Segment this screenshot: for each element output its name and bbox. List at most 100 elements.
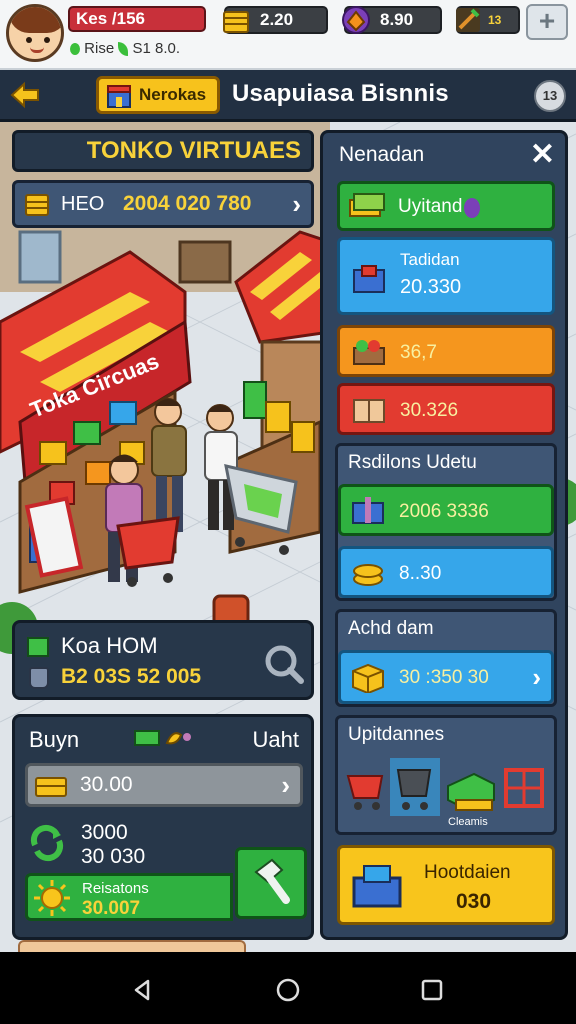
- search-icon[interactable]: [261, 641, 305, 685]
- refresh-value-a: 3000: [81, 821, 128, 844]
- gold-cube-icon: [352, 663, 384, 693]
- delivery-box-icon: [353, 265, 385, 293]
- buy-panel-title: Buyn: [29, 727, 80, 752]
- crate-upgrade-icon: [504, 768, 544, 808]
- nav-recents-icon[interactable]: [420, 978, 444, 1002]
- buy-panel: Buyn Uaht 30.00 › 3000 30 030 Reisatons …: [12, 714, 314, 940]
- purple-drop-icon: [464, 198, 480, 218]
- section-addon: Achd dam 30 :350 30 ›: [335, 609, 557, 707]
- addon-button[interactable]: 30 :350 30 ›: [338, 650, 554, 704]
- refresh-arrows-icon: [30, 824, 64, 862]
- produce-crate-icon: [353, 340, 385, 365]
- production-blue-button[interactable]: 8..30: [338, 546, 554, 598]
- cardboard-box-icon: [353, 399, 385, 423]
- screen-header: Nerokas Usapuiasa Bisnnis 13: [0, 70, 576, 122]
- section-upgrades: Upitdannes Cleamis: [335, 715, 557, 835]
- buy-price-value: 30.00: [80, 773, 133, 796]
- cart-upgrade-icon: [346, 775, 384, 810]
- goods-button[interactable]: 36,7: [337, 325, 555, 377]
- stats-line-1: Koa HOM: [61, 633, 158, 658]
- sun-icon: [34, 880, 70, 916]
- addon-value: 30 :350 30: [399, 667, 489, 688]
- section-production-title: Rsdilons Udetu: [348, 452, 477, 473]
- player-subline: Rise S1 8.0.: [70, 40, 180, 57]
- level-badge[interactable]: 13: [534, 80, 566, 112]
- resource-gems: 8.90: [342, 6, 442, 34]
- list-icon: [27, 637, 49, 657]
- side-panel-title: Nenadan: [339, 143, 425, 166]
- upgrade-items-row: [346, 758, 544, 816]
- stats-panel: Koa HOM B2 03S 52 005: [12, 620, 314, 700]
- gold-bars-icon: [25, 194, 49, 216]
- top-status-bar: Kes /156 Rise S1 8.0. 2.20 8.90 13 +: [0, 0, 576, 70]
- store-info-label: HEO: [61, 193, 105, 215]
- page-title: Usapuiasa Bisnnis: [232, 80, 449, 107]
- player-name-plate: Kes /156: [68, 6, 206, 32]
- store-info-row[interactable]: HEO 2004 020 780 ›: [12, 180, 314, 228]
- resource-gold: 2.20: [223, 6, 328, 34]
- add-resources-button[interactable]: +: [526, 4, 568, 40]
- chevron-right-icon: ›: [532, 662, 541, 692]
- gold-value: 2.20: [260, 10, 294, 29]
- upgrade-button[interactable]: Uyitand: [337, 181, 555, 231]
- leaf-icon: [118, 42, 129, 57]
- gold-bars-icon: [35, 777, 67, 797]
- gem-purse-icon: [342, 6, 370, 34]
- nav-home-icon[interactable]: [276, 978, 300, 1002]
- back-arrow-icon[interactable]: [8, 78, 42, 112]
- close-icon[interactable]: ✕: [530, 137, 555, 172]
- refresh-value-b: 30 030: [81, 845, 146, 868]
- sun-bonus-label: Reisatons: [82, 880, 149, 897]
- chevron-right-icon: ›: [292, 189, 301, 219]
- stats-line-2: B2 03S 52 005: [61, 665, 202, 688]
- cash-stack-icon: [349, 193, 385, 217]
- system-nav-bar: [0, 952, 576, 1024]
- shop-badge[interactable]: Nerokas: [96, 76, 220, 114]
- production-green-value: 2006 3336: [399, 501, 489, 522]
- gold-coin-stack-icon: [353, 564, 383, 586]
- upgrade-label: Uyitand: [398, 196, 463, 217]
- section-production: Rsdilons Udetu 2006 3336 8..30: [335, 443, 557, 601]
- green-gem-icon: [70, 43, 80, 56]
- boxes-value: 30.326: [400, 400, 459, 421]
- store-info-value: 2004 020 780: [123, 192, 252, 215]
- shop-badge-label: Nerokas: [139, 85, 207, 104]
- buy-panel-title-right: Uaht: [252, 727, 299, 752]
- nav-back-icon[interactable]: [130, 978, 154, 1002]
- production-blue-value: 8..30: [399, 563, 442, 584]
- tools-value: 13: [488, 13, 502, 27]
- register-upgrade-icon: [447, 772, 495, 812]
- chevron-right-icon: ›: [281, 770, 290, 800]
- sun-bonus-row[interactable]: Reisatons 30.007: [25, 873, 233, 921]
- upgrade-side-panel: Nenadan ✕ Uyitand Tadidan 20.330 36,7 30: [320, 130, 568, 940]
- buy-price-row[interactable]: 30.00 ›: [25, 763, 303, 807]
- hire-label: Hootdaien: [424, 862, 511, 883]
- hire-button[interactable]: Hootdaien 030: [337, 845, 555, 925]
- store-title-panel: TONKO VIRTUAES: [12, 130, 314, 172]
- build-hammer-button[interactable]: [235, 847, 307, 919]
- trade-label: Tadidan: [400, 250, 460, 269]
- hammer-icon: [254, 858, 290, 904]
- gold-bars-icon: [223, 11, 249, 33]
- trash-bin-icon: [29, 667, 49, 689]
- production-green-button[interactable]: 2006 3336: [338, 484, 554, 536]
- upgrades-caption: Cleamis: [448, 816, 488, 828]
- hire-value: 030: [456, 890, 492, 913]
- player-avatar[interactable]: [6, 4, 64, 62]
- sun-bonus-value: 30.007: [82, 898, 141, 919]
- goods-value: 36,7: [400, 342, 437, 363]
- supply-crate-icon: [352, 865, 402, 908]
- section-upgrades-title: Upitdannes: [348, 724, 445, 745]
- player-sub-text: Rise: [84, 40, 115, 57]
- resource-tools: 13: [456, 6, 520, 34]
- hammer-wrench-icon: [456, 8, 480, 32]
- trade-value: 20.330: [400, 276, 462, 298]
- trade-button[interactable]: Tadidan 20.330: [337, 237, 555, 315]
- player-sub-value: S1 8.0.: [132, 40, 181, 57]
- section-addon-title: Achd dam: [348, 618, 434, 639]
- gems-value: 8.90: [380, 10, 414, 29]
- gift-box-icon: [352, 497, 384, 524]
- cash-leaf-icon: [134, 730, 191, 746]
- refresh-values: 3000 30 030: [27, 821, 207, 881]
- boxes-button[interactable]: 30.326: [337, 383, 555, 435]
